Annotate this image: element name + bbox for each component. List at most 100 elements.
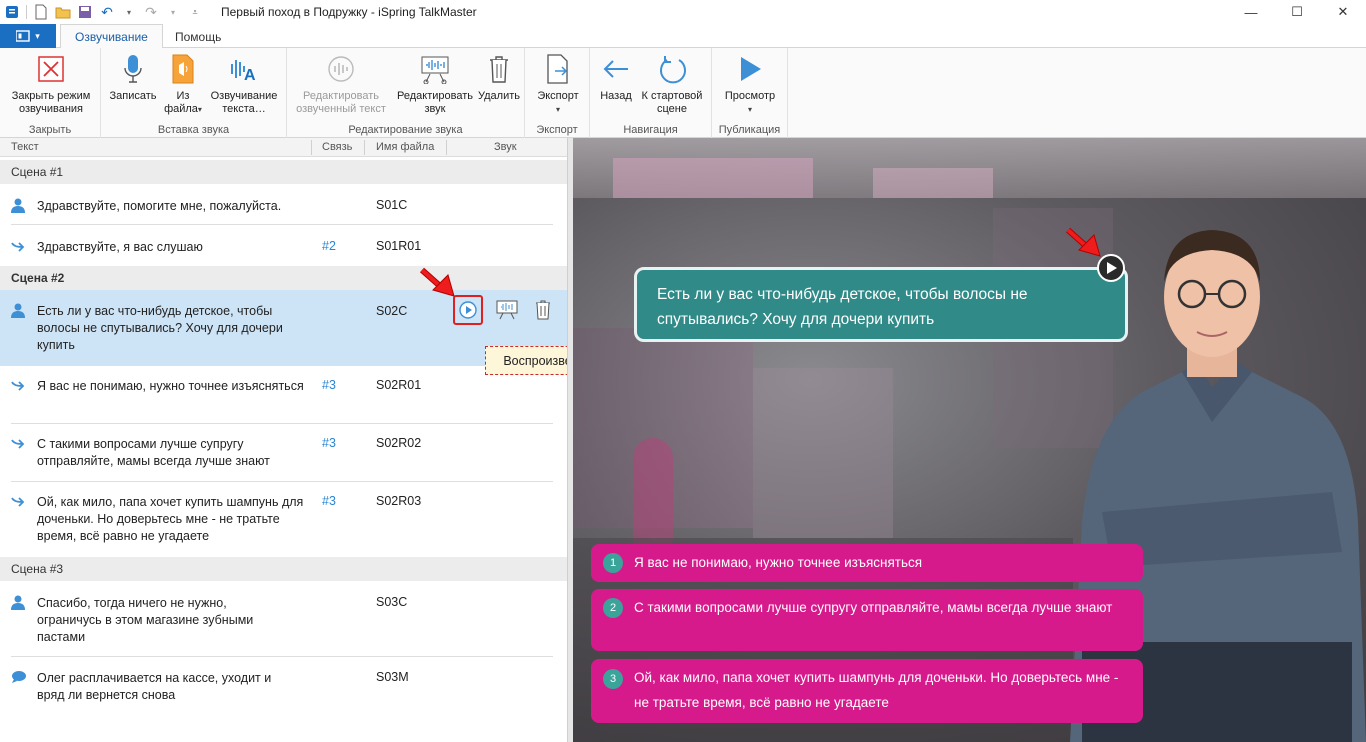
column-text[interactable]: Текст [11,141,39,153]
file-menu-button[interactable]: ▾ [0,24,56,48]
user-icon [11,303,27,319]
replica-link[interactable]: #3 [322,378,336,392]
column-sound[interactable]: Звук [494,141,517,153]
undo-icon[interactable]: ↶ [99,4,115,20]
tab-voiceover[interactable]: Озвучивание [60,24,163,49]
restart-icon [655,52,689,86]
new-file-icon[interactable] [33,4,49,20]
edit-sound-button[interactable]: Редактировать звук [393,52,477,116]
annotation-arrow-icon [1066,227,1101,257]
record-button[interactable]: Записать [105,52,161,103]
scene-header[interactable]: Сцена #1 [0,160,567,184]
replica-text: С такими вопросами лучше супругу отправл… [37,437,270,468]
close-voiceover-button[interactable]: Закрыть режим озвучивания [4,52,98,116]
app-icon [4,4,20,20]
replica-filename: S02R01 [376,378,422,392]
minimize-button[interactable]: — [1228,0,1274,24]
window-title: Первый поход в Подружку - iSpring TalkMa… [221,5,477,19]
close-window-button[interactable]: ✕ [1320,0,1366,24]
replica-filename: S01R01 [376,239,422,253]
reply-arrow-icon [11,239,27,255]
list-item-selected[interactable]: Есть ли у вас что-нибудь детское, чтобы … [0,290,567,366]
play-icon [733,52,767,86]
group-edit-sound: Редактировать озвученный текст Редактиро… [287,48,525,138]
replica-filename: S03M [376,670,409,684]
scene-header[interactable]: Сцена #3 [0,557,567,581]
speech-bubble-icon [11,670,27,686]
replica-text: Есть ли у вас что-нибудь детское, чтобы … [37,304,283,352]
reply-arrow-icon [11,378,27,394]
replica-text: Я вас не понимаю, нужно точнее изъяснять… [37,379,304,393]
trash-icon [482,52,516,86]
reply-arrow-icon [11,494,27,510]
tab-help[interactable]: Помощь [161,24,235,49]
column-filename[interactable]: Имя файла [376,141,434,153]
replica-link[interactable]: #3 [322,436,336,450]
customize-toolbar-icon[interactable]: ⩡ [187,4,203,20]
replica-filename: S03C [376,595,408,609]
replica-text: Здравствуйте, помогите мне, пожалуйста. [37,199,282,213]
title-bar: ↶ ▾ ↷ ▾ ⩡ Первый поход в Подружку - iSpr… [0,0,1366,24]
arrow-left-icon [599,52,633,86]
play-circle-icon [459,301,477,319]
answer-number: 3 [603,669,623,689]
replica-link[interactable]: #2 [322,239,336,253]
answer-text: С такими вопросами лучше супругу отправл… [634,600,1113,615]
audio-file-icon [166,52,200,86]
group-insert-sound: Записать Из файла▾ A Озвучивание текста…… [101,48,287,138]
answer-option-3[interactable]: 3 Ой, как мило, папа хочет купить шампун… [591,659,1143,723]
answer-option-1[interactable]: 1 Я вас не понимаю, нужно точнее изъясня… [591,544,1143,582]
microphone-icon [116,52,150,86]
replica-text: Ой, как мило, папа хочет купить шампунь … [37,495,304,543]
maximize-button[interactable]: ☐ [1274,0,1320,24]
replica-filename: S01C [376,198,408,212]
from-file-button[interactable]: Из файла▾ [163,52,203,116]
question-banner: Есть ли у вас что-нибудь детское, чтобы … [634,267,1128,342]
edit-sound-row-button[interactable] [492,295,522,325]
replica-filename: S02R02 [376,436,422,450]
scene-header[interactable]: Сцена #2 [0,266,567,290]
ribbon-toolbar: Закрыть режим озвучивания Закрыть Записа… [0,48,1366,138]
trash-icon [536,300,550,320]
answer-option-2[interactable]: 2 С такими вопросами лучше супругу отпра… [591,589,1143,651]
answer-number: 1 [603,553,623,573]
column-link[interactable]: Связь [322,141,352,153]
back-button[interactable]: Назад [596,52,636,103]
export-button[interactable]: Экспорт ▾ [529,52,587,116]
list-item[interactable]: Ой, как мило, папа хочет купить шампунь … [0,494,567,554]
redo-dropdown-icon[interactable]: ▾ [165,4,181,20]
list-item[interactable]: Спасибо, тогда ничего не нужно, ограничу… [0,595,567,655]
list-item[interactable]: Здравствуйте, я вас слушаю #2 S01R01 [0,239,567,267]
reply-arrow-icon [11,436,27,452]
list-item[interactable]: Я вас не понимаю, нужно точнее изъяснять… [0,378,567,422]
file-menu-chevron: ▾ [35,30,40,41]
export-icon [541,52,575,86]
answer-text: Я вас не понимаю, нужно точнее изъяснять… [634,555,923,570]
delete-sound-row-button[interactable] [528,295,558,325]
edit-voiced-text-button[interactable]: Редактировать озвученный текст [291,52,391,116]
undo-dropdown-icon[interactable]: ▾ [121,4,137,20]
svg-text:A: A [244,67,256,84]
save-icon[interactable] [77,4,93,20]
to-start-scene-button[interactable]: К стартовой сцене [636,52,708,116]
redo-icon[interactable]: ↷ [143,4,159,20]
user-icon [11,595,27,611]
open-folder-icon[interactable] [55,4,71,20]
list-item[interactable]: Олег расплачивается на кассе, уходит и в… [0,670,567,714]
play-icon [1107,262,1117,274]
replica-list-pane: Текст Связь Имя файла Звук Сцена #1 Здра… [0,138,567,742]
replica-link[interactable]: #3 [322,494,336,508]
edit-voiced-text-icon [324,52,358,86]
replica-text: Олег расплачивается на кассе, уходит и в… [37,671,272,702]
delete-button[interactable]: Удалить [477,52,521,103]
text-to-speech-button[interactable]: A Озвучивание текста… [205,52,283,116]
preview-button[interactable]: Просмотр ▾ [716,52,784,116]
list-item[interactable]: Здравствуйте, помогите мне, пожалуйста. … [0,198,567,226]
waveform-edit-icon [496,300,518,320]
group-navigation: Назад К стартовой сцене Навигация [590,48,712,138]
ribbon-tabs: ▾ Озвучивание Помощь [0,24,1366,49]
replica-text: Здравствуйте, я вас слушаю [37,240,203,254]
user-icon [11,198,27,214]
list-item[interactable]: С такими вопросами лучше супругу отправл… [0,436,567,480]
waveform-edit-icon [418,52,452,86]
